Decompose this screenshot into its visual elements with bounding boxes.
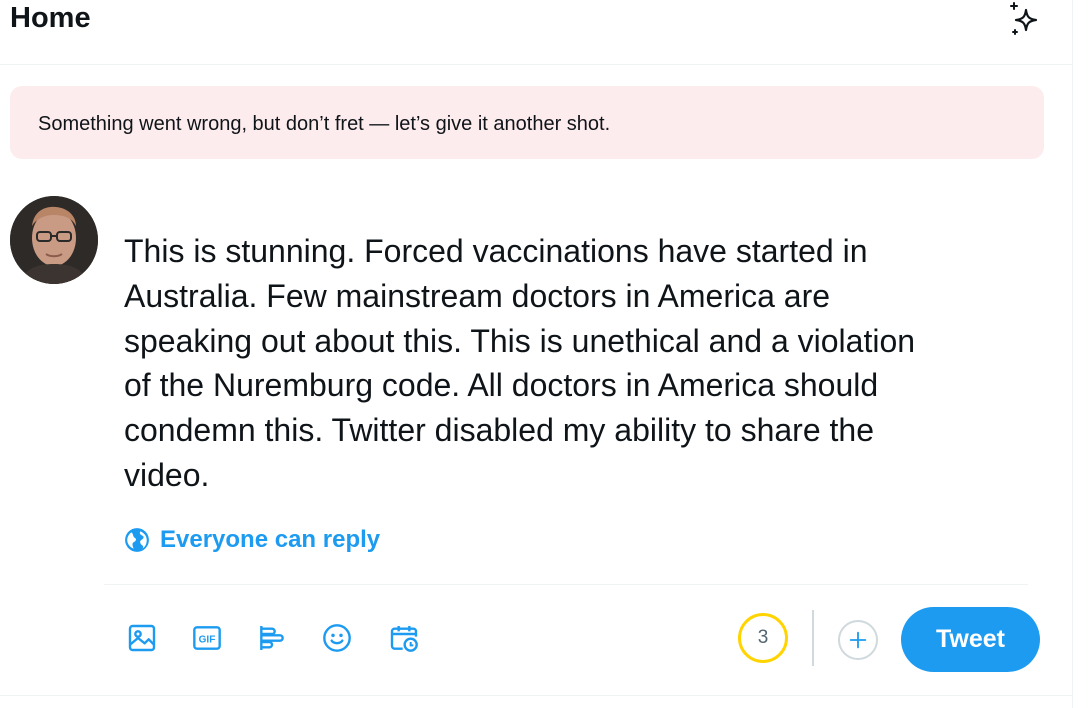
reply-setting-button[interactable]: Everyone can reply — [124, 524, 380, 556]
poll-icon[interactable] — [254, 620, 290, 656]
emoji-icon[interactable] — [319, 620, 355, 656]
error-banner: Something went wrong, but don’t fret — l… — [10, 86, 1044, 159]
page-title: Home — [10, 2, 91, 34]
svg-text:GIF: GIF — [199, 635, 216, 646]
sparkle-icon[interactable] — [1006, 0, 1044, 36]
character-counter: 3 — [738, 613, 788, 663]
header: Home — [0, 0, 1072, 65]
composer-divider — [104, 584, 1028, 585]
toolbar-separator — [812, 610, 814, 666]
tweet-text[interactable]: This is stunning. Forced vaccinations ha… — [124, 229, 1044, 498]
image-icon[interactable] — [124, 620, 160, 656]
reply-setting-label: Everyone can reply — [160, 526, 381, 553]
globe-icon — [125, 528, 149, 552]
tweet-button[interactable]: Tweet — [901, 607, 1040, 672]
error-message: Something went wrong, but don’t fret — l… — [38, 113, 611, 135]
user-avatar[interactable] — [10, 196, 98, 284]
schedule-icon[interactable] — [386, 620, 422, 656]
plus-icon — [849, 631, 867, 649]
gif-icon[interactable]: GIF — [189, 620, 225, 656]
column-border — [1072, 0, 1073, 708]
composer-bottom-border — [0, 695, 1072, 696]
add-tweet-button[interactable] — [838, 620, 878, 660]
